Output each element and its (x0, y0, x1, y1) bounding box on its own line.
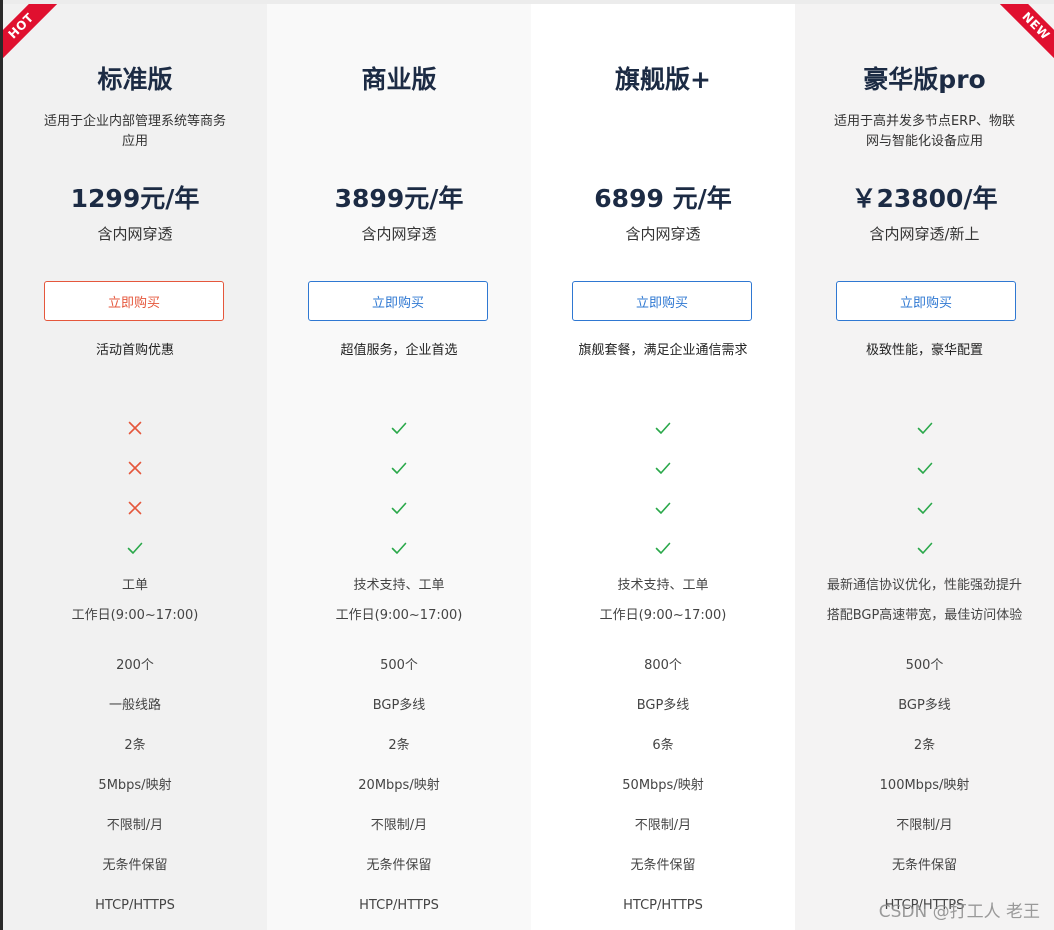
support-hours: 工作日(9:00~17:00) (71, 608, 199, 623)
plan-description: 适用于高并发多节点ERP、物联网与智能化设备应用 (833, 114, 1016, 149)
buy-now-button[interactable]: 立即购买 (308, 281, 488, 321)
plan-price: 1299元/年 (70, 184, 200, 213)
plan-price: 6899 元/年 (594, 184, 732, 213)
spec-line-type: 一般线路 (108, 698, 161, 713)
spec-mapping-count: 500个 (905, 658, 944, 673)
support-type: 技术支持、工单 (353, 578, 445, 593)
plan-card-standard: HOT 标准版 适用于企业内部管理系统等商务应用 1299元/年 含内网穿透 立… (3, 4, 267, 930)
spec-line-count: 2条 (124, 738, 146, 753)
pricing-table: HOT 标准版 适用于企业内部管理系统等商务应用 1299元/年 含内网穿透 立… (3, 4, 1054, 930)
feature-4-check-icon (915, 538, 935, 558)
spec-traffic: 不限制/月 (370, 818, 428, 833)
hot-ribbon: HOT (3, 4, 61, 66)
feature-2-check-icon (653, 458, 673, 478)
feature-2-check-icon (915, 458, 935, 478)
spec-traffic: 不限制/月 (106, 818, 164, 833)
plan-title: 豪华版pro (863, 65, 986, 94)
plan-card-deluxe-pro: NEW 豪华版pro 适用于高并发多节点ERP、物联网与智能化设备应用 ￥238… (795, 4, 1054, 930)
feature-1-check-icon (653, 418, 673, 438)
plan-card-flagship: 旗舰版+ 6899 元/年 含内网穿透 立即购买 旗舰套餐，满足企业通信需求 技… (531, 4, 795, 930)
feature-1-check-icon (915, 418, 935, 438)
plan-price-note: 含内网穿透 (361, 225, 437, 243)
spec-retention: 无条件保留 (102, 858, 168, 873)
feature-3-cross-icon (125, 498, 145, 518)
feature-3-check-icon (915, 498, 935, 518)
spec-protocol: HTCP/HTTPS (359, 898, 439, 913)
support-hours: 搭配BGP高速带宽，最佳访问体验 (826, 608, 1023, 623)
new-ribbon: NEW (996, 4, 1054, 66)
spec-protocol: HTCP/HTTPS (95, 898, 175, 913)
spec-line-count: 2条 (913, 738, 936, 753)
plan-description: 适用于企业内部管理系统等商务应用 (43, 114, 226, 149)
buy-now-button[interactable]: 立即购买 (44, 281, 224, 321)
spec-bandwidth: 20Mbps/映射 (358, 778, 440, 793)
csdn-watermark: CSDN @打工人 老王 (878, 902, 1040, 922)
plan-price-note: 含内网穿透 (625, 225, 701, 243)
plan-tagline: 活动首购优惠 (95, 343, 174, 358)
spec-line-count: 2条 (388, 738, 410, 753)
spec-line-type: BGP多线 (636, 698, 690, 713)
plan-price-note: 含内网穿透/新上 (869, 225, 980, 243)
feature-3-check-icon (653, 498, 673, 518)
buy-now-button[interactable]: 立即购买 (572, 281, 752, 321)
feature-2-check-icon (389, 458, 409, 478)
spec-bandwidth: 100Mbps/映射 (879, 778, 970, 793)
buy-now-button[interactable]: 立即购买 (836, 281, 1016, 321)
spec-protocol: HTCP/HTTPS (623, 898, 703, 913)
spec-mapping-count: 800个 (644, 658, 682, 673)
spec-line-type: BGP多线 (898, 698, 951, 713)
spec-traffic: 不限制/月 (634, 818, 692, 833)
plan-price: 3899元/年 (334, 184, 464, 213)
spec-mapping-count: 200个 (116, 658, 154, 673)
plan-tagline: 极致性能，豪华配置 (865, 343, 983, 358)
spec-retention: 无条件保留 (630, 858, 696, 873)
plan-card-business: 商业版 3899元/年 含内网穿透 立即购买 超值服务，企业首选 技术支持、工单… (267, 4, 531, 930)
plan-title: 旗舰版+ (615, 65, 711, 94)
plan-title: 商业版 (361, 65, 437, 94)
support-hours: 工作日(9:00~17:00) (335, 608, 463, 623)
support-type: 工单 (121, 578, 148, 593)
feature-1-cross-icon (125, 418, 145, 438)
spec-bandwidth: 50Mbps/映射 (622, 778, 704, 793)
support-type: 技术支持、工单 (617, 578, 709, 593)
support-type: 最新通信协议优化，性能强劲提升 (826, 578, 1022, 593)
plan-price: ￥23800/年 (851, 184, 998, 213)
plan-price-note: 含内网穿透 (97, 225, 173, 243)
plan-title: 标准版 (97, 65, 173, 94)
feature-3-check-icon (389, 498, 409, 518)
spec-retention: 无条件保留 (366, 858, 432, 873)
spec-line-count: 6条 (652, 738, 674, 753)
feature-4-check-icon (653, 538, 673, 558)
feature-2-cross-icon (125, 458, 145, 478)
spec-mapping-count: 500个 (380, 658, 418, 673)
feature-4-check-icon (125, 538, 145, 558)
plan-tagline: 旗舰套餐，满足企业通信需求 (578, 343, 748, 358)
feature-1-check-icon (389, 418, 409, 438)
spec-retention: 无条件保留 (891, 858, 957, 873)
plan-tagline: 超值服务，企业首选 (340, 343, 458, 358)
spec-traffic: 不限制/月 (896, 818, 953, 833)
spec-bandwidth: 5Mbps/映射 (98, 778, 172, 793)
support-hours: 工作日(9:00~17:00) (599, 608, 727, 623)
feature-4-check-icon (389, 538, 409, 558)
spec-line-type: BGP多线 (372, 698, 426, 713)
